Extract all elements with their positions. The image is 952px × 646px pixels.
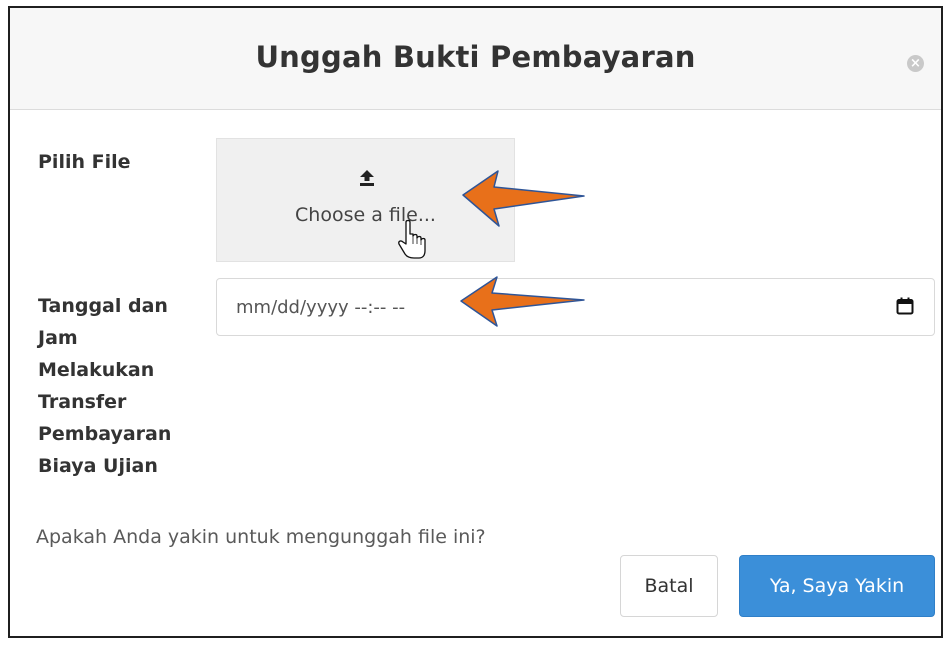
choose-file-button[interactable]: Choose a file... — [216, 138, 515, 262]
modal-title: Unggah Bukti Pembayaran — [255, 40, 696, 74]
upload-icon — [360, 170, 374, 186]
datetime-placeholder: mm/dd/yyyy --:-- -- — [236, 297, 406, 318]
confirm-button[interactable]: Ya, Saya Yakin — [739, 555, 935, 617]
cancel-button[interactable]: Batal — [620, 555, 718, 617]
calendar-icon[interactable] — [896, 297, 914, 315]
transfer-datetime-input[interactable]: mm/dd/yyyy --:-- -- — [216, 278, 935, 336]
file-label: Pilih File — [38, 151, 131, 173]
modal-header: Unggah Bukti Pembayaran × — [10, 8, 941, 110]
choose-file-text: Choose a file... — [295, 204, 436, 226]
upload-payment-modal: Unggah Bukti Pembayaran × Pilih File Cho… — [8, 6, 943, 638]
confirmation-message: Apakah Anda yakin untuk mengunggah file … — [36, 526, 486, 548]
close-icon[interactable]: × — [907, 55, 924, 72]
date-time-label: Tanggal dan Jam Melakukan Transfer Pemba… — [38, 295, 172, 477]
